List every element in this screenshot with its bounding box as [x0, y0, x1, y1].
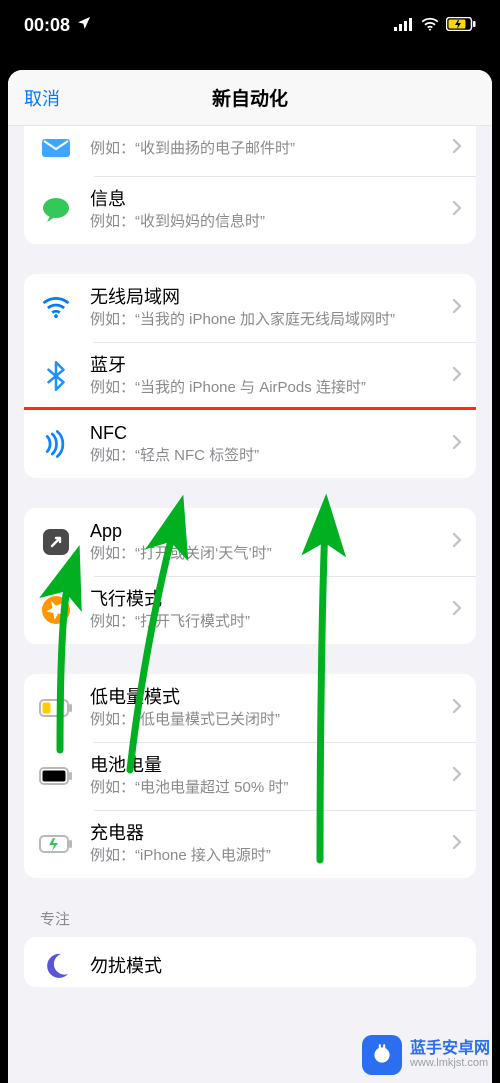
- wifi-icon: [420, 15, 440, 36]
- trigger-group-focus: 勿扰模式: [24, 937, 476, 987]
- trigger-title: 蓝牙: [90, 354, 444, 377]
- airplane-icon: [38, 592, 74, 628]
- automation-sheet: 取消 新自动化 例如：“收到曲扬的电子邮件时”: [8, 70, 492, 1083]
- trigger-row-nfc[interactable]: NFC 例如：“轻点 NFC 标签时”: [24, 410, 476, 478]
- triggers-scroll[interactable]: 例如：“收到曲扬的电子邮件时” 信息 例如：“收到妈妈的信息时”: [8, 126, 492, 1083]
- trigger-subtitle: 例如：“当我的 iPhone 与 AirPods 连接时”: [90, 379, 444, 398]
- trigger-subtitle: 例如：“收到曲扬的电子邮件时”: [90, 140, 444, 159]
- trigger-subtitle: 例如：“当我的 iPhone 加入家庭无线局域网时”: [90, 311, 444, 330]
- trigger-row-dnd[interactable]: 勿扰模式: [24, 937, 476, 987]
- chevron-right-icon: [452, 200, 462, 221]
- trigger-title: 充电器: [90, 822, 444, 845]
- wifi-trigger-icon: [38, 290, 74, 326]
- trigger-subtitle: 例如：“电池电量超过 50% 时”: [90, 779, 444, 798]
- location-arrow-icon: [76, 15, 92, 36]
- chevron-right-icon: [452, 698, 462, 719]
- watermark-title: 蓝手安卓网: [410, 1041, 490, 1058]
- trigger-title: 无线局域网: [90, 286, 444, 309]
- signal-bars-icon: [394, 15, 414, 36]
- battery-charging-icon: [446, 15, 476, 36]
- low-power-icon: [38, 690, 74, 726]
- battery-icon: [38, 758, 74, 794]
- section-label-focus: 专注: [40, 908, 460, 929]
- trigger-row-message[interactable]: 信息 例如：“收到妈妈的信息时”: [24, 176, 476, 244]
- trigger-group-power: 低电量模式 例如：“低电量模式已关闭时” 电池电量 例如：“电池电量超过 50%…: [24, 674, 476, 878]
- trigger-row-low-power[interactable]: 低电量模式 例如：“低电量模式已关闭时”: [24, 674, 476, 742]
- trigger-row-airplane[interactable]: 飞行模式 例如：“打开飞行模式时”: [24, 576, 476, 644]
- trigger-row-bluetooth[interactable]: 蓝牙 例如：“当我的 iPhone 与 AirPods 连接时”: [24, 342, 476, 410]
- charger-icon: [38, 826, 74, 862]
- chevron-right-icon: [452, 834, 462, 855]
- trigger-subtitle: 例如：“收到妈妈的信息时”: [90, 213, 444, 232]
- trigger-subtitle: 例如：“iPhone 接入电源时”: [90, 847, 444, 866]
- moon-icon: [38, 948, 74, 984]
- mail-icon: [38, 130, 74, 166]
- cancel-button[interactable]: 取消: [24, 85, 60, 111]
- status-bar: 00:08: [0, 0, 500, 50]
- chevron-right-icon: [452, 138, 462, 159]
- chevron-right-icon: [452, 366, 462, 387]
- trigger-title: 电池电量: [90, 754, 444, 777]
- sheet-header: 取消 新自动化: [8, 70, 492, 126]
- bluetooth-icon: [38, 358, 74, 394]
- chevron-right-icon: [452, 434, 462, 455]
- page-title: 新自动化: [212, 84, 288, 111]
- trigger-title: NFC: [90, 422, 444, 445]
- chevron-right-icon: [452, 298, 462, 319]
- trigger-subtitle: 例如：“打开或关闭‘天气’时”: [90, 545, 444, 564]
- trigger-subtitle: 例如：“低电量模式已关闭时”: [90, 711, 444, 730]
- watermark: 蓝手安卓网 www.lmkjst.com: [352, 1027, 500, 1083]
- trigger-title: 飞行模式: [90, 588, 444, 611]
- app-icon: [38, 524, 74, 560]
- trigger-subtitle: 例如：“打开飞行模式时”: [90, 613, 444, 632]
- trigger-row-charger[interactable]: 充电器 例如：“iPhone 接入电源时”: [24, 810, 476, 878]
- trigger-title: 低电量模式: [90, 686, 444, 709]
- trigger-subtitle: 例如：“轻点 NFC 标签时”: [90, 447, 444, 466]
- status-time: 00:08: [24, 15, 70, 36]
- trigger-group-app: App 例如：“打开或关闭‘天气’时” 飞行模式 例如：“打开飞行模式时”: [24, 508, 476, 644]
- trigger-row-app[interactable]: App 例如：“打开或关闭‘天气’时”: [24, 508, 476, 576]
- trigger-row-battery-level[interactable]: 电池电量 例如：“电池电量超过 50% 时”: [24, 742, 476, 810]
- trigger-row-email[interactable]: 例如：“收到曲扬的电子邮件时”: [24, 126, 476, 176]
- message-icon: [38, 192, 74, 228]
- chevron-right-icon: [452, 532, 462, 553]
- trigger-title: 信息: [90, 188, 444, 211]
- trigger-title: App: [90, 520, 444, 543]
- trigger-row-wifi[interactable]: 无线局域网 例如：“当我的 iPhone 加入家庭无线局域网时”: [24, 274, 476, 342]
- watermark-icon: [362, 1035, 402, 1075]
- chevron-right-icon: [452, 766, 462, 787]
- trigger-title: 勿扰模式: [90, 955, 462, 978]
- nfc-icon: [38, 426, 74, 462]
- chevron-right-icon: [452, 600, 462, 621]
- trigger-group-connectivity: 无线局域网 例如：“当我的 iPhone 加入家庭无线局域网时” 蓝牙 例如：“…: [24, 274, 476, 478]
- trigger-group-communication: 例如：“收到曲扬的电子邮件时” 信息 例如：“收到妈妈的信息时”: [24, 126, 476, 244]
- watermark-url: www.lmkjst.com: [410, 1058, 490, 1070]
